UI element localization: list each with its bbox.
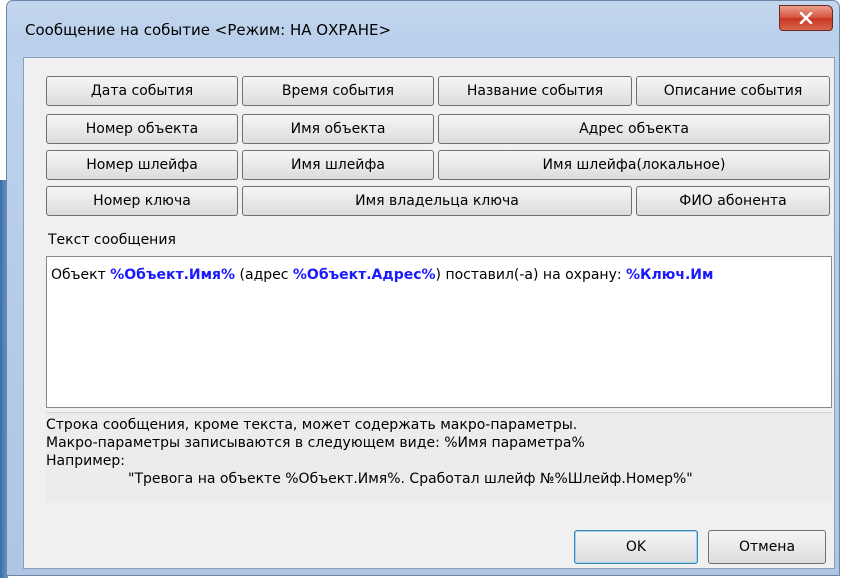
insert-event-time-button[interactable]: Время события <box>242 76 434 106</box>
ok-button[interactable]: OK <box>574 530 698 564</box>
insert-object-name-button[interactable]: Имя объекта <box>242 114 434 144</box>
insert-event-date-button[interactable]: Дата события <box>46 76 238 106</box>
message-text-part: ) поставил(-а) на охрану: <box>435 267 627 283</box>
dialog-window: Сообщение на событие <Режим: НА ОХРАНЕ> … <box>6 0 840 576</box>
insert-event-description-button[interactable]: Описание события <box>636 76 830 106</box>
macro-key-name: %Ключ.Им <box>626 267 714 283</box>
help-text-line: Строка сообщения, кроме текста, может со… <box>46 417 578 433</box>
help-text-line: Макро-параметры записываются в следующем… <box>46 435 585 451</box>
insert-subscriber-name-button[interactable]: ФИО абонента <box>636 186 830 216</box>
message-textarea[interactable]: Объект %Объект.Имя% (адрес %Объект.Адрес… <box>46 256 832 408</box>
insert-key-number-button[interactable]: Номер ключа <box>46 186 238 216</box>
macro-object-address: %Объект.Адрес% <box>292 267 436 283</box>
message-text-label: Текст сообщения <box>48 232 176 248</box>
insert-event-name-button[interactable]: Название события <box>438 76 632 106</box>
help-example-line: "Тревога на объекте %Объект.Имя%. Сработ… <box>128 471 693 487</box>
insert-loop-name-button[interactable]: Имя шлейфа <box>242 150 434 180</box>
macro-object-name: %Объект.Имя% <box>110 267 236 283</box>
insert-object-number-button[interactable]: Номер объекта <box>46 114 238 144</box>
cancel-button[interactable]: Отмена <box>708 530 826 564</box>
message-text-line: Объект %Объект.Имя% (адрес %Объект.Адрес… <box>51 267 713 283</box>
close-icon <box>799 12 813 24</box>
insert-loop-name-local-button[interactable]: Имя шлейфа(локальное) <box>438 150 830 180</box>
insert-object-address-button[interactable]: Адрес объекта <box>438 114 830 144</box>
message-text-part: Объект <box>51 267 111 283</box>
insert-loop-number-button[interactable]: Номер шлейфа <box>46 150 238 180</box>
message-text-part: (адрес <box>235 267 293 283</box>
insert-key-owner-name-button[interactable]: Имя владельца ключа <box>242 186 632 216</box>
help-text-panel: Строка сообщения, кроме текста, может со… <box>46 412 832 502</box>
window-title: Сообщение на событие <Режим: НА ОХРАНЕ> <box>25 21 392 39</box>
close-button[interactable] <box>779 5 833 31</box>
dialog-client-area: Дата события Время события Название собы… <box>23 57 835 569</box>
help-text-line: Например: <box>46 453 126 469</box>
